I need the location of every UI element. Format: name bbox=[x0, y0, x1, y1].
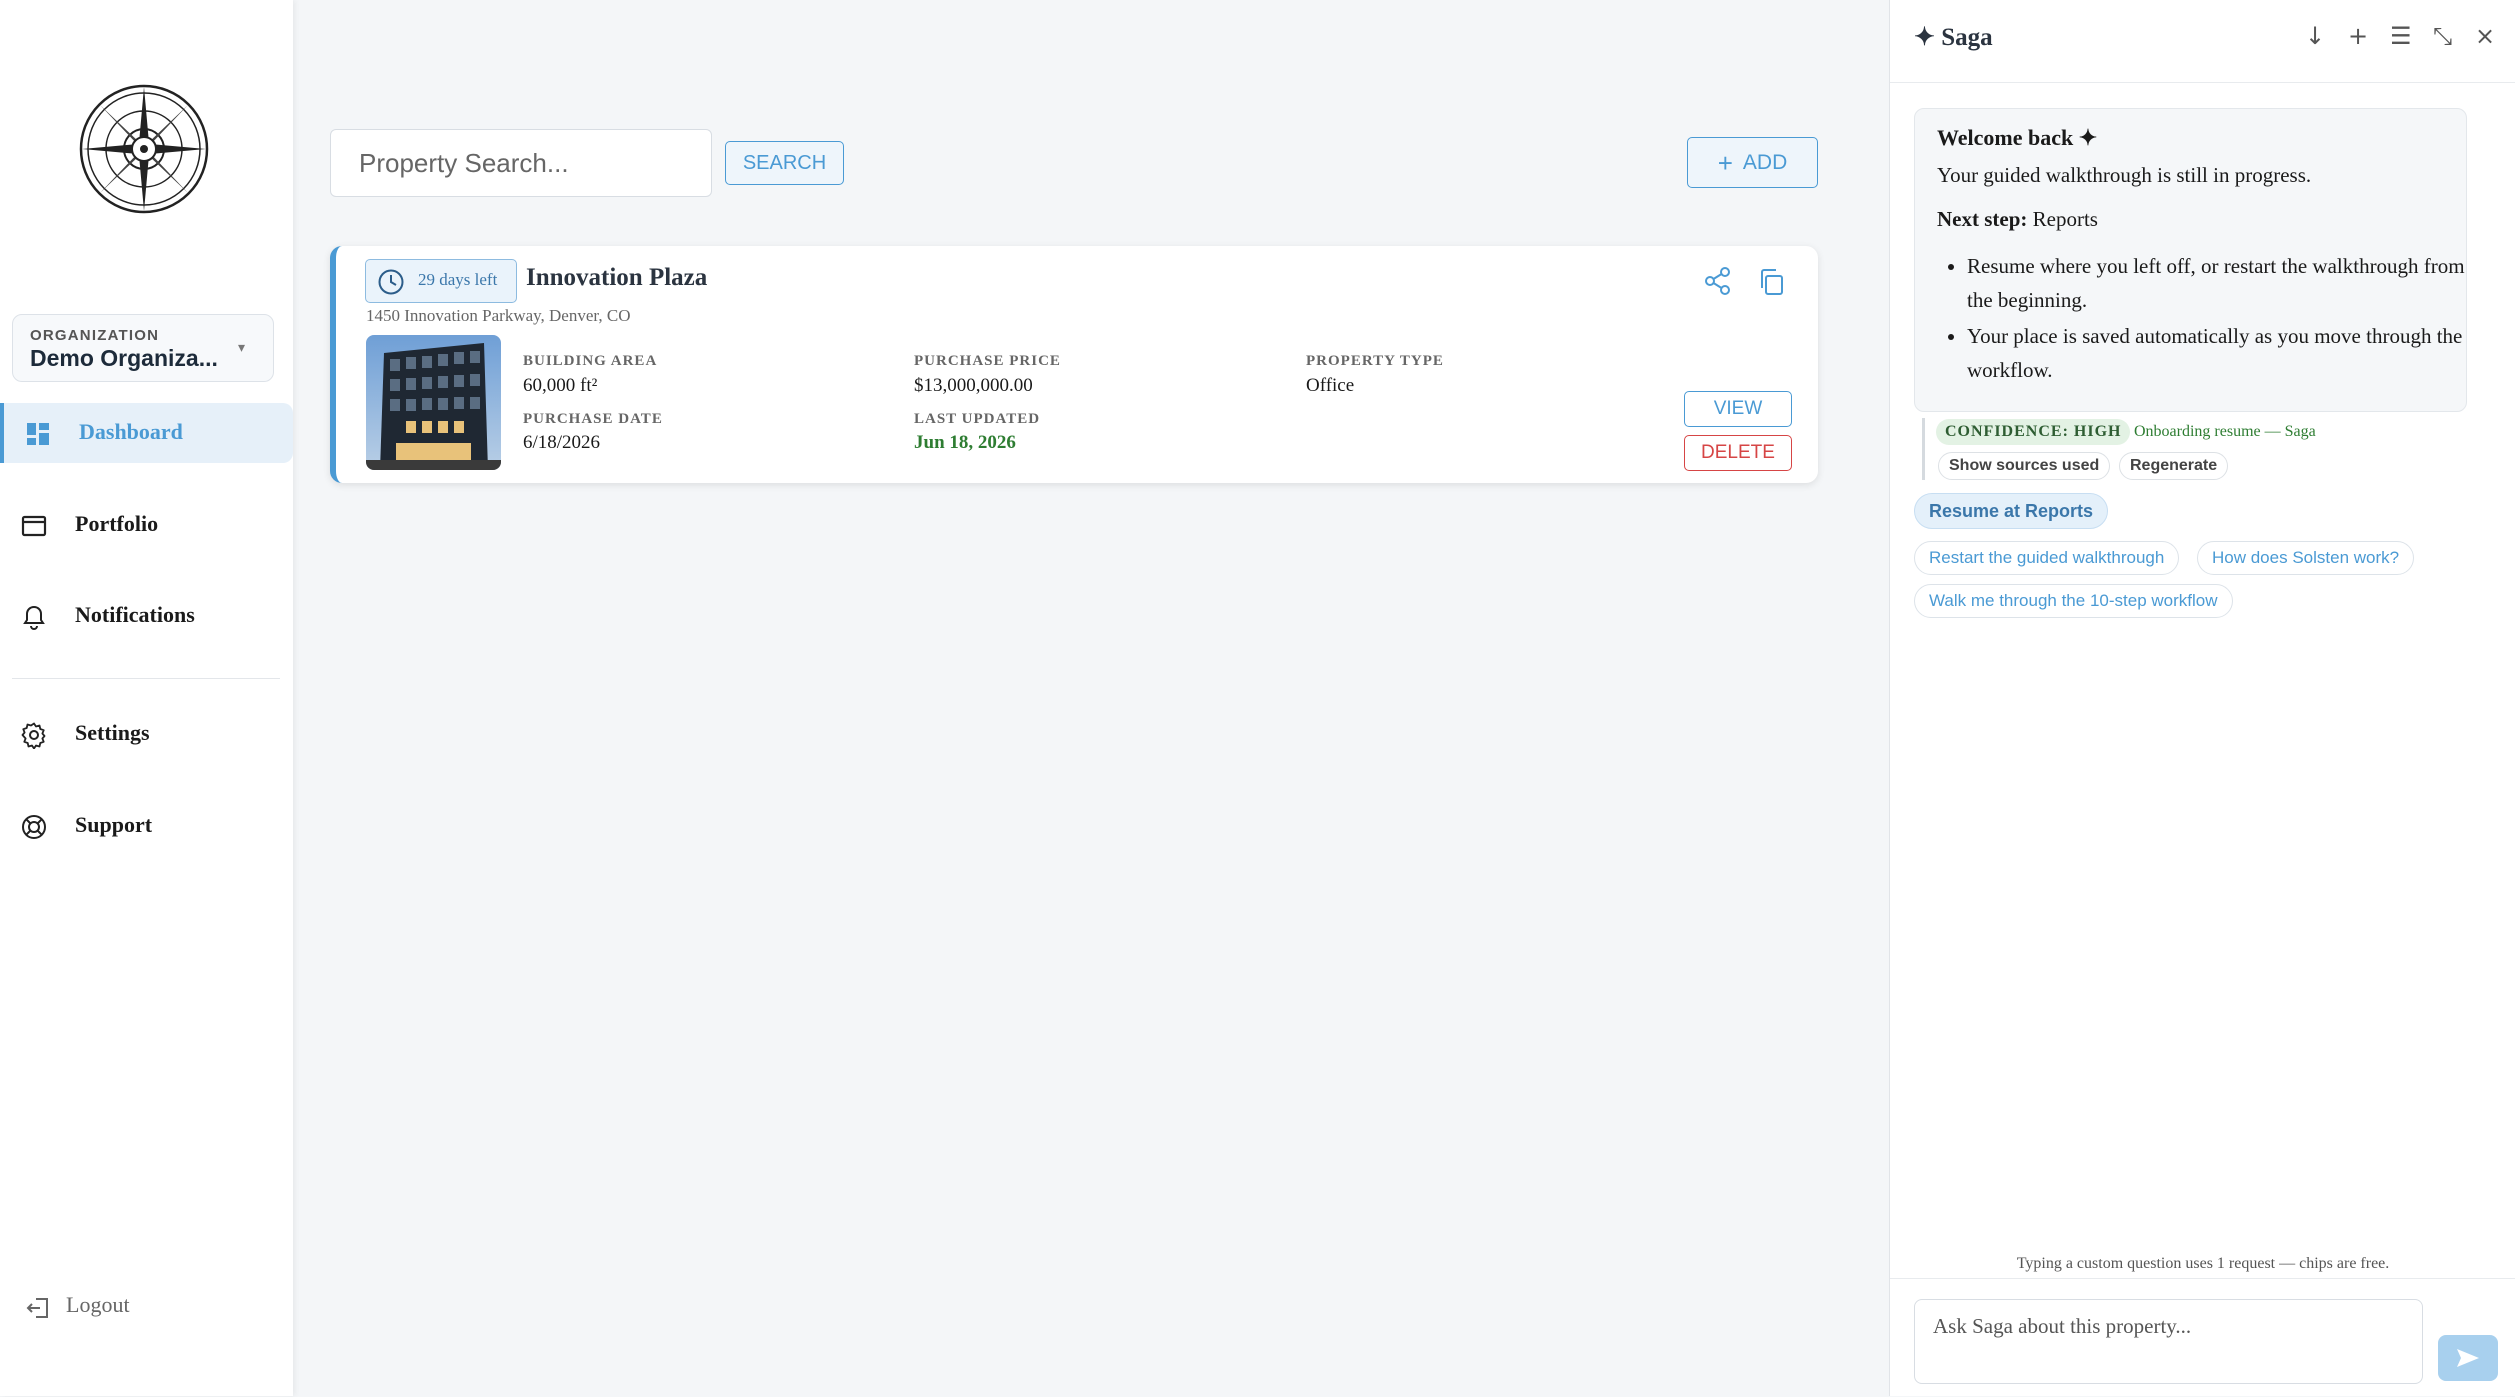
copy-icon[interactable] bbox=[1756, 266, 1788, 298]
lifebuoy-icon bbox=[22, 815, 46, 839]
show-sources-button[interactable]: Show sources used bbox=[1938, 452, 2111, 480]
purchase-date-value: 6/18/2026 bbox=[523, 432, 601, 453]
clock-icon bbox=[378, 269, 404, 295]
portfolio-icon bbox=[21, 515, 47, 537]
nav-label-support: Support bbox=[75, 812, 153, 837]
view-button[interactable]: VIEW bbox=[1684, 391, 1792, 427]
scroll-down-icon[interactable]: ↓ bbox=[2305, 22, 2325, 50]
message-bullets: Resume where you left off, or restart th… bbox=[1937, 249, 2467, 389]
bell-icon bbox=[23, 605, 45, 630]
days-left-text: 29 days left bbox=[418, 270, 498, 289]
new-chat-icon[interactable]: + bbox=[2348, 22, 2368, 50]
compass-logo[interactable] bbox=[78, 83, 210, 215]
send-icon bbox=[2457, 1349, 2479, 1367]
message-bullet: Resume where you left off, or restart th… bbox=[1967, 249, 2467, 317]
dashboard-icon bbox=[27, 423, 49, 445]
nav-item-settings[interactable]: Settings bbox=[0, 704, 293, 764]
menu-icon[interactable]: ☰ bbox=[2390, 22, 2412, 50]
nav-label-notifications: Notifications bbox=[75, 602, 195, 627]
last-updated-value: Jun 18, 2026 bbox=[914, 432, 1016, 453]
next-step-line: Next step: Reports bbox=[1937, 207, 2098, 232]
resume-chip[interactable]: Resume at Reports bbox=[1914, 493, 2109, 529]
property-card: 29 days left Innovation Plaza 1450 Innov… bbox=[330, 246, 1818, 483]
gear-icon bbox=[21, 722, 46, 749]
organization-value: Demo Organiza... bbox=[30, 345, 218, 371]
ask-input[interactable] bbox=[1915, 1300, 2422, 1383]
chat-input-bar bbox=[1890, 1278, 2515, 1397]
collapse-icon[interactable]: ⤡ bbox=[2433, 22, 2452, 50]
sidebar: ORGANIZATION Demo Organiza... ▾ Dashboar… bbox=[0, 0, 293, 1396]
nav-label-settings: Settings bbox=[75, 720, 150, 745]
sidebar-divider bbox=[12, 678, 280, 679]
property-title[interactable]: Innovation Plaza bbox=[526, 264, 707, 292]
next-step-value: Reports bbox=[2032, 207, 2098, 231]
add-property-button[interactable]: + ADD bbox=[1687, 137, 1818, 188]
nav-label-dashboard: Dashboard bbox=[79, 419, 183, 444]
saga-header: ✦ Saga ↓ + ☰ ⤡ × bbox=[1890, 0, 2515, 83]
ask-field[interactable] bbox=[1914, 1299, 2423, 1384]
organization-label: ORGANIZATION bbox=[30, 327, 160, 344]
close-icon[interactable]: × bbox=[2475, 22, 2495, 50]
property-type-value: Office bbox=[1306, 375, 1355, 396]
assistant-message: Welcome back ✦ Your guided walkthrough i… bbox=[1914, 108, 2467, 412]
confidence-badge: CONFIDENCE: HIGH bbox=[1936, 419, 2131, 445]
suggestion-chip[interactable]: How does Solsten work? bbox=[2197, 541, 2415, 575]
chevron-down-icon: ▾ bbox=[237, 339, 245, 355]
message-meta-bar bbox=[1922, 418, 1925, 480]
building-area-label: BUILDING AREA bbox=[523, 353, 658, 369]
plus-icon: + bbox=[1717, 147, 1733, 178]
property-photo bbox=[366, 335, 501, 470]
purchase-price-label: PURCHASE PRICE bbox=[914, 353, 1061, 369]
property-search-field[interactable] bbox=[330, 129, 712, 197]
share-icon[interactable] bbox=[1702, 265, 1734, 297]
message-line: Your guided walkthrough is still in prog… bbox=[1937, 163, 2312, 187]
search-button[interactable]: SEARCH bbox=[725, 141, 844, 185]
logout-label: Logout bbox=[66, 1292, 130, 1317]
delete-button[interactable]: DELETE bbox=[1684, 435, 1792, 471]
property-type-label: PROPERTY TYPE bbox=[1306, 353, 1444, 369]
purchase-price-value: $13,000,000.00 bbox=[914, 375, 1033, 396]
send-button[interactable] bbox=[2438, 1335, 2498, 1381]
property-address: 1450 Innovation Parkway, Denver, CO bbox=[366, 306, 631, 325]
logout-icon bbox=[26, 1298, 48, 1318]
nav-item-notifications[interactable]: Notifications bbox=[0, 586, 293, 646]
property-search-input[interactable] bbox=[331, 130, 711, 196]
purchase-date-label: PURCHASE DATE bbox=[523, 411, 663, 427]
confidence-source: Onboarding resume — Saga bbox=[2134, 423, 2316, 440]
nav-item-dashboard[interactable]: Dashboard bbox=[0, 403, 293, 463]
days-left-badge: 29 days left bbox=[365, 259, 517, 303]
add-button-label: ADD bbox=[1742, 150, 1788, 174]
saga-title: ✦ Saga bbox=[1914, 24, 1993, 51]
suggestion-chip[interactable]: Restart the guided walkthrough bbox=[1914, 541, 2180, 575]
next-step-label: Next step: bbox=[1937, 207, 2028, 231]
suggestion-chip[interactable]: Walk me through the 10-step workflow bbox=[1914, 584, 2233, 618]
saga-panel: ✦ Saga ↓ + ☰ ⤡ × Welcome back ✦ Your gui… bbox=[1889, 0, 2515, 1396]
message-title: Welcome back ✦ bbox=[1937, 125, 2098, 150]
organization-selector[interactable]: ORGANIZATION Demo Organiza... ▾ bbox=[12, 314, 274, 382]
nav-label-portfolio: Portfolio bbox=[75, 511, 159, 536]
usage-footnote: Typing a custom question uses 1 request … bbox=[2016, 1255, 2390, 1272]
nav-item-portfolio[interactable]: Portfolio bbox=[0, 495, 293, 555]
regenerate-button[interactable]: Regenerate bbox=[2119, 452, 2229, 480]
last-updated-label: LAST UPDATED bbox=[914, 411, 1041, 427]
nav-item-support[interactable]: Support bbox=[0, 796, 293, 856]
building-area-value: 60,000 ft² bbox=[523, 375, 598, 396]
message-bullet: Your place is saved automatically as you… bbox=[1967, 319, 2467, 387]
